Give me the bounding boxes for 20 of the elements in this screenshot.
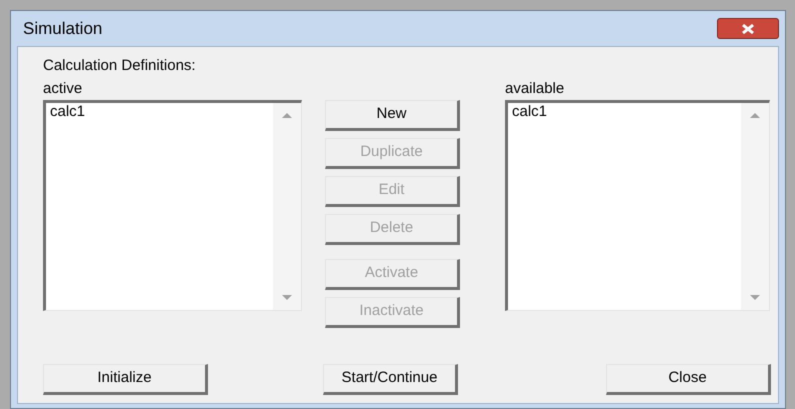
scrollbar[interactable]	[273, 103, 301, 310]
list-label: active	[43, 79, 84, 99]
scrollbar[interactable]	[741, 103, 769, 310]
scroll-up-icon[interactable]	[282, 113, 292, 118]
close-button[interactable]	[717, 18, 779, 39]
section-label: Calculation Definitions:	[43, 56, 197, 76]
list-box[interactable]: calc1	[43, 100, 302, 311]
close-dialog-button[interactable]: Close	[606, 364, 771, 395]
start-button[interactable]: Start/Continue	[323, 364, 458, 395]
initialize-button[interactable]: Initialize	[43, 364, 208, 395]
scroll-down-icon[interactable]	[750, 295, 760, 300]
list-label: available	[505, 79, 566, 99]
action-button[interactable]: New	[325, 100, 460, 131]
close-icon	[741, 24, 755, 34]
window-title: Simulation	[23, 18, 102, 40]
list-item[interactable]: calc1	[50, 103, 86, 120]
scroll-down-icon[interactable]	[282, 295, 292, 300]
list-item[interactable]: calc1	[512, 103, 548, 120]
scroll-up-icon[interactable]	[750, 113, 760, 118]
list-box[interactable]: calc1	[505, 100, 770, 311]
